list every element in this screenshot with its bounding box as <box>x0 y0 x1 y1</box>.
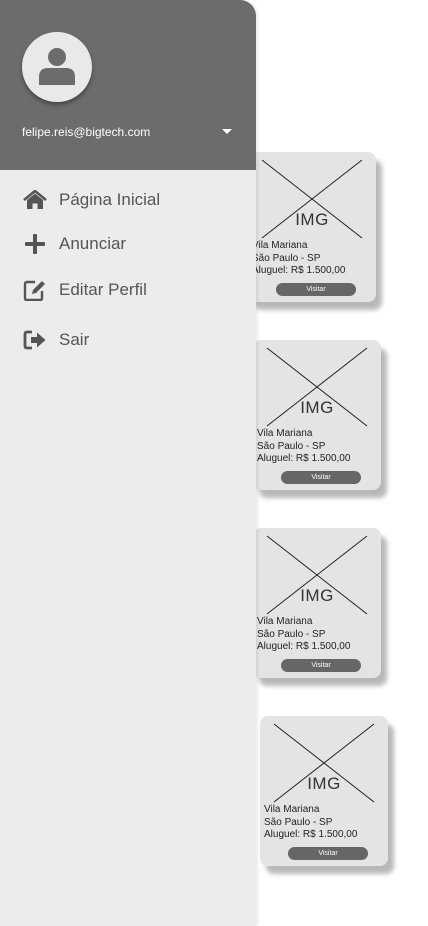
logout-icon <box>22 327 48 353</box>
listing-rent: Aluguel: R$ 1.500,00 <box>257 453 351 464</box>
listing-neighborhood: Vila Mariana <box>257 428 313 439</box>
listing-info: Vila Mariana São Paulo - SP Aluguel: R$ … <box>252 240 345 278</box>
listing-city: São Paulo - SP <box>257 440 326 452</box>
image-placeholder-label: IMG <box>300 586 334 605</box>
listing-info: Vila Mariana São Paulo - SP Aluguel: R$ … <box>264 804 357 842</box>
avatar[interactable] <box>22 32 92 102</box>
plus-icon <box>22 231 48 257</box>
listing-neighborhood: Vila Mariana <box>257 616 313 627</box>
user-icon <box>39 48 75 85</box>
visit-button[interactable]: Visitar <box>288 847 368 860</box>
menu-item-logout[interactable]: Sair <box>22 327 89 353</box>
home-icon <box>22 187 48 213</box>
drawer-header: felipe.reis@bigtech.com <box>0 0 256 170</box>
menu-label: Página Inicial <box>59 190 161 209</box>
listing-neighborhood: Vila Mariana <box>252 240 308 251</box>
menu-label: Anunciar <box>59 234 127 253</box>
listing-card[interactable]: IMG Vila Mariana São Paulo - SP Aluguel:… <box>260 716 388 866</box>
listing-rent: Aluguel: R$ 1.500,00 <box>264 829 358 840</box>
listing-card[interactable]: IMG Vila Mariana São Paulo - SP Aluguel:… <box>253 528 381 678</box>
listing-card[interactable]: IMG Vila Mariana São Paulo - SP Aluguel:… <box>248 152 376 302</box>
menu-label: Editar Perfil <box>59 280 147 299</box>
listing-city: São Paulo - SP <box>264 816 333 828</box>
edit-icon <box>22 277 48 303</box>
listing-rent: Aluguel: R$ 1.500,00 <box>257 641 351 652</box>
menu-item-edit-profile[interactable]: Editar Perfil <box>22 277 147 303</box>
visit-button[interactable]: Visitar <box>281 471 361 484</box>
listing-card[interactable]: IMG Vila Mariana São Paulo - SP Aluguel:… <box>253 340 381 490</box>
user-email: felipe.reis@bigtech.com <box>22 125 151 139</box>
listing-city: São Paulo - SP <box>252 252 321 264</box>
listing-info: Vila Mariana São Paulo - SP Aluguel: R$ … <box>257 428 350 466</box>
menu-item-announce[interactable]: Anunciar <box>22 231 126 257</box>
visit-button[interactable]: Visitar <box>276 283 356 296</box>
image-placeholder-label: IMG <box>307 774 341 793</box>
caret-down-icon <box>222 129 232 134</box>
listing-rent: Aluguel: R$ 1.500,00 <box>252 265 346 276</box>
account-dropdown[interactable] <box>220 126 234 136</box>
image-placeholder-label: IMG <box>300 398 334 417</box>
menu-label: Sair <box>59 330 90 349</box>
listing-city: São Paulo - SP <box>257 628 326 640</box>
menu-item-home[interactable]: Página Inicial <box>22 187 160 213</box>
listing-info: Vila Mariana São Paulo - SP Aluguel: R$ … <box>257 616 350 654</box>
visit-button[interactable]: Visitar <box>281 659 361 672</box>
image-placeholder-label: IMG <box>295 210 329 229</box>
navigation-drawer: felipe.reis@bigtech.com Página Inicial A… <box>0 0 256 926</box>
listing-neighborhood: Vila Mariana <box>264 804 320 815</box>
